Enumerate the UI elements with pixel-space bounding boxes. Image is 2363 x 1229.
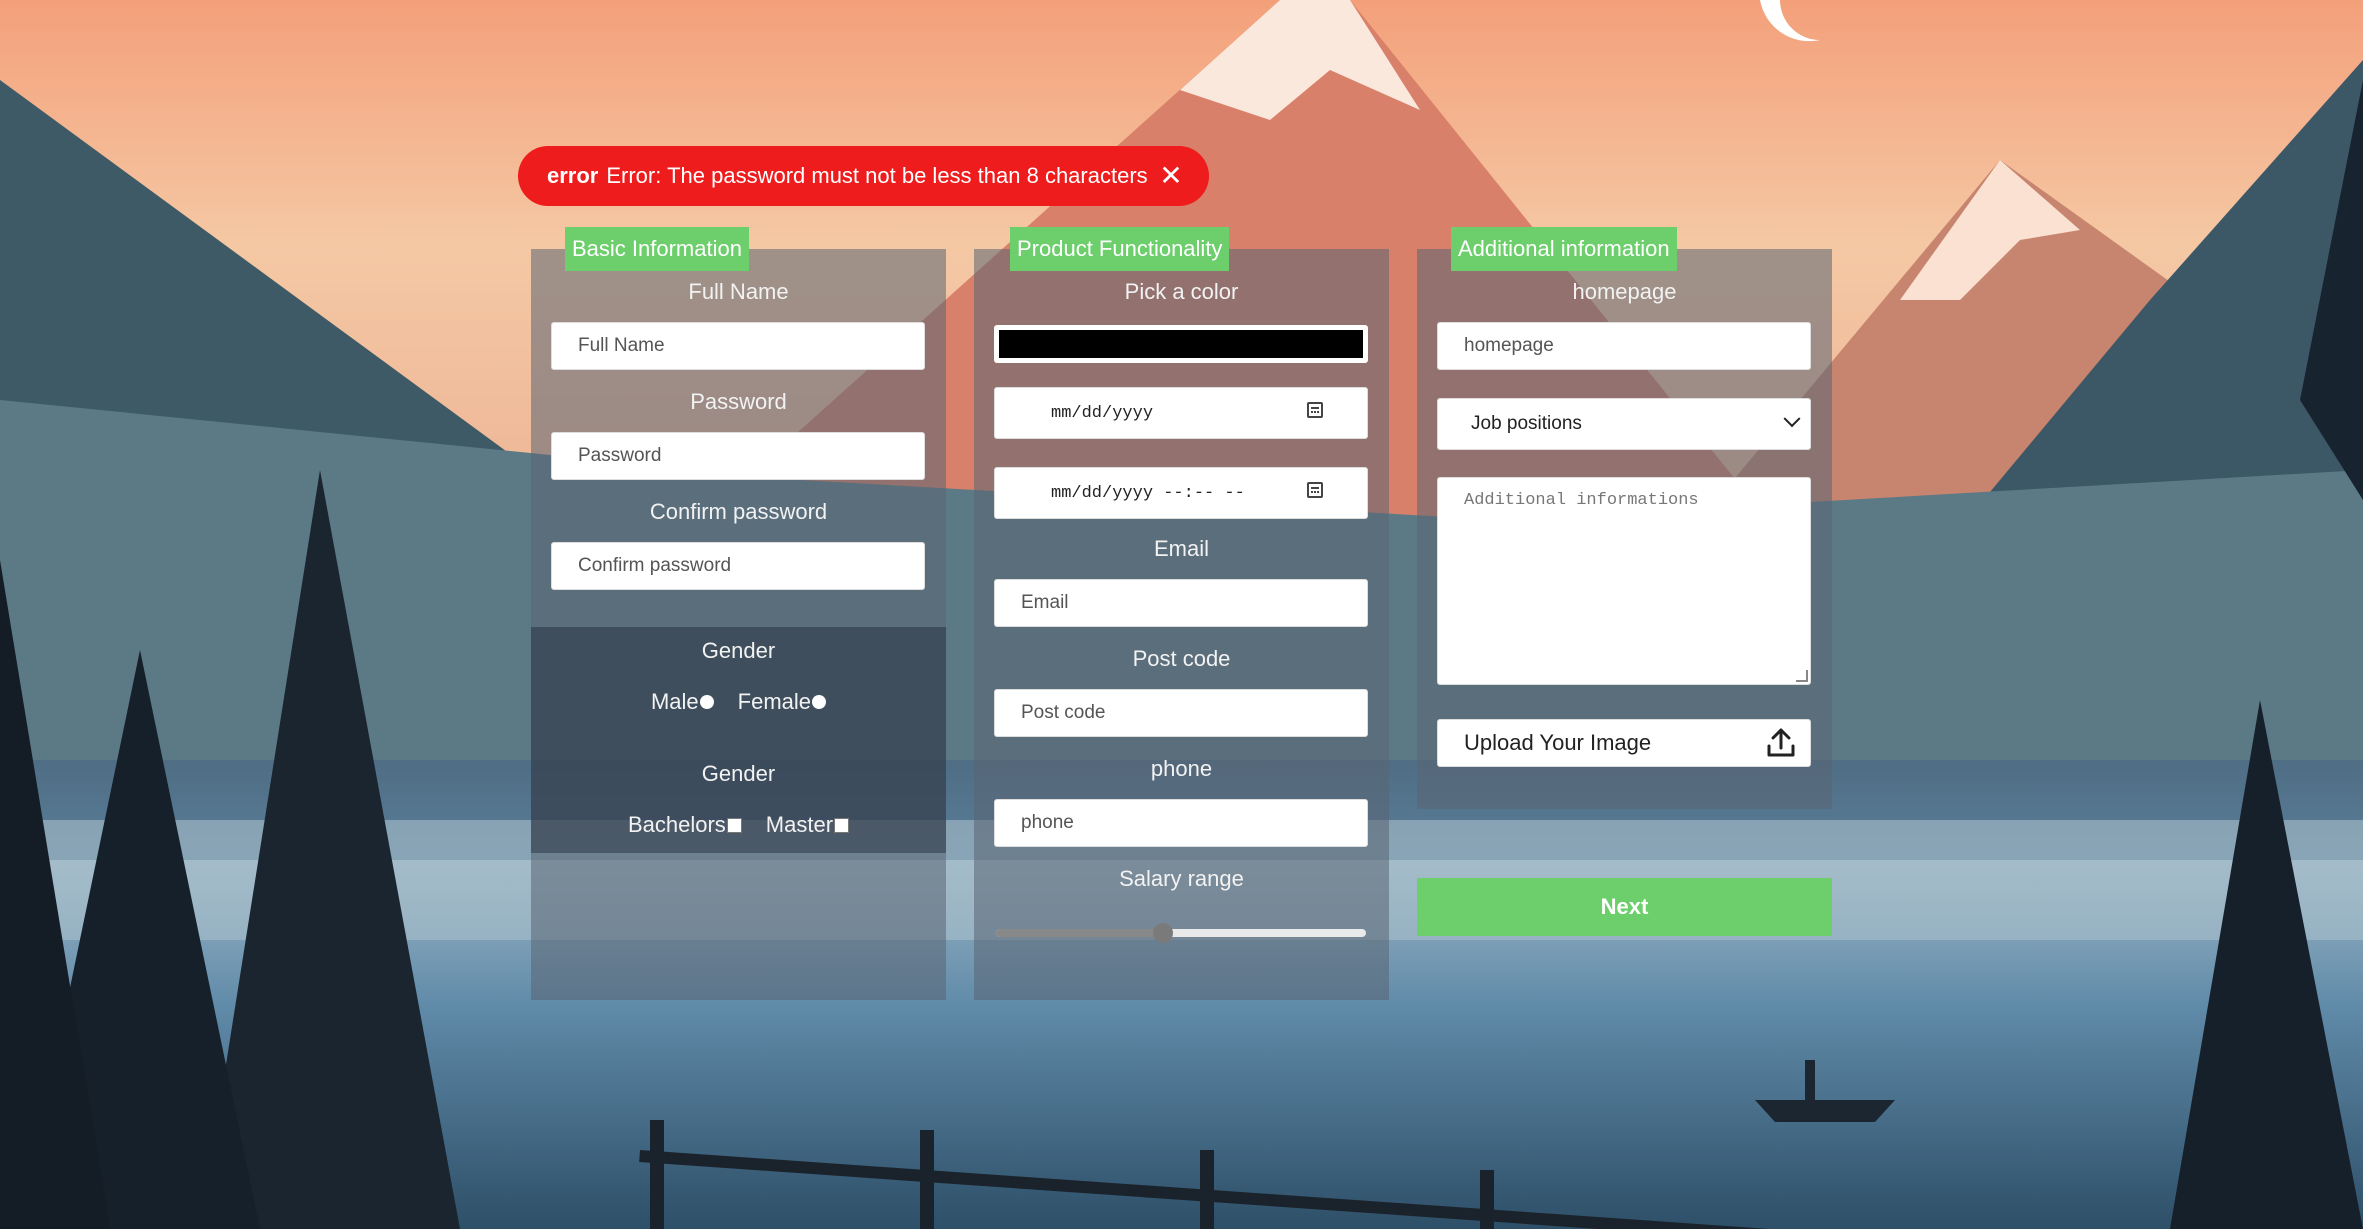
calendar-icon[interactable] [1307, 482, 1323, 498]
phone-label: phone [1150, 756, 1213, 781]
post-code-input[interactable]: Post code [994, 689, 1368, 737]
email-input[interactable]: Email [994, 579, 1368, 627]
calendar-icon[interactable] [1307, 402, 1323, 418]
master-label: Master [765, 812, 834, 837]
master-option[interactable]: Master [765, 812, 850, 838]
email-label: Email [1153, 536, 1209, 561]
textarea-placeholder: Additional informations [1464, 491, 1699, 510]
bachelors-checkbox[interactable] [726, 817, 742, 833]
tab-product-functionality[interactable]: Product Functionality [1010, 227, 1230, 271]
salary-range-slider[interactable] [996, 923, 1366, 943]
phone-input[interactable]: phone [994, 799, 1368, 847]
error-message: Error: The password must not be less tha… [606, 163, 1148, 188]
pick-color-label: Pick a color [1124, 279, 1239, 304]
homepage-label: homepage [1572, 279, 1677, 304]
bachelors-option[interactable]: Bachelors [628, 812, 742, 838]
gender-options: Male Female [531, 689, 946, 715]
bachelors-label: Bachelors [627, 812, 726, 837]
error-toast: error Error: The password must not be le… [518, 146, 1209, 206]
resize-handle[interactable] [1796, 670, 1808, 682]
male-radio[interactable] [699, 695, 714, 709]
datetime-value: mm/dd/yyyy --:-- -- [1051, 483, 1245, 503]
error-tag: error [547, 163, 599, 188]
job-positions-select[interactable]: Job positions [1437, 398, 1811, 450]
date-input[interactable]: mm/dd/yyyy [994, 387, 1368, 439]
slider-thumb[interactable] [1152, 923, 1173, 943]
password-input[interactable]: Password [551, 432, 925, 480]
full-name-label: Full Name [688, 279, 789, 304]
chevron-down-icon [1783, 410, 1801, 428]
next-button[interactable]: Next [1417, 878, 1832, 936]
additional-informations-textarea[interactable]: Additional informations [1437, 477, 1811, 685]
confirm-password-label: Confirm password [649, 499, 828, 524]
job-positions-value: Job positions [1471, 413, 1582, 434]
gender-label-2: Gender [701, 761, 776, 786]
color-swatch [999, 330, 1363, 358]
tab-basic-information[interactable]: Basic Information [565, 227, 749, 271]
salary-range-label: Salary range [1119, 866, 1244, 891]
gender-label: Gender [701, 638, 776, 663]
homepage-input[interactable]: homepage [1437, 322, 1811, 370]
full-name-input[interactable]: Full Name [551, 322, 925, 370]
slider-fill [996, 929, 1163, 937]
close-icon[interactable]: ✕ [1155, 159, 1187, 191]
male-option[interactable]: Male [651, 689, 714, 715]
password-label: Password [690, 389, 787, 414]
master-checkbox[interactable] [834, 817, 850, 833]
product-functionality-panel: Product Functionality Pick a color mm/dd… [974, 227, 1389, 1000]
date-value: mm/dd/yyyy [1051, 403, 1154, 423]
female-option[interactable]: Female [737, 689, 827, 715]
upload-image-button[interactable]: Upload Your Image [1437, 719, 1811, 767]
additional-information-panel: Additional information homepage homepage… [1417, 227, 1832, 809]
confirm-password-input[interactable]: Confirm password [551, 542, 925, 590]
tab-additional-information[interactable]: Additional information [1451, 227, 1677, 271]
gender-section: Gender Male Female Gender Bachelors Mast… [531, 627, 946, 853]
datetime-input[interactable]: mm/dd/yyyy --:-- -- [994, 467, 1368, 519]
male-label: Male [650, 689, 699, 714]
upload-icon [1767, 728, 1795, 757]
upload-label: Upload Your Image [1464, 730, 1652, 755]
female-label: Female [737, 689, 812, 714]
degree-options: Bachelors Master [531, 812, 946, 838]
color-picker[interactable] [994, 325, 1368, 363]
female-radio[interactable] [812, 695, 827, 709]
basic-information-panel: Basic Information Full Name Full Name Pa… [531, 227, 946, 1000]
post-code-label: Post code [1132, 646, 1231, 671]
